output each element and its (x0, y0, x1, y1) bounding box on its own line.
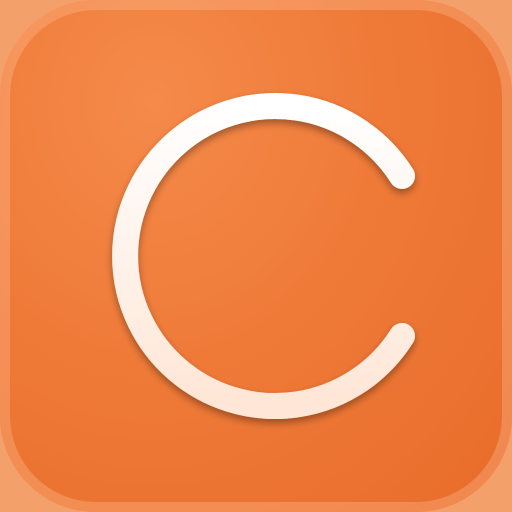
c-plus-icon (112, 93, 415, 419)
plus-icon (204, 204, 308, 308)
app-icon-stage (0, 0, 512, 512)
